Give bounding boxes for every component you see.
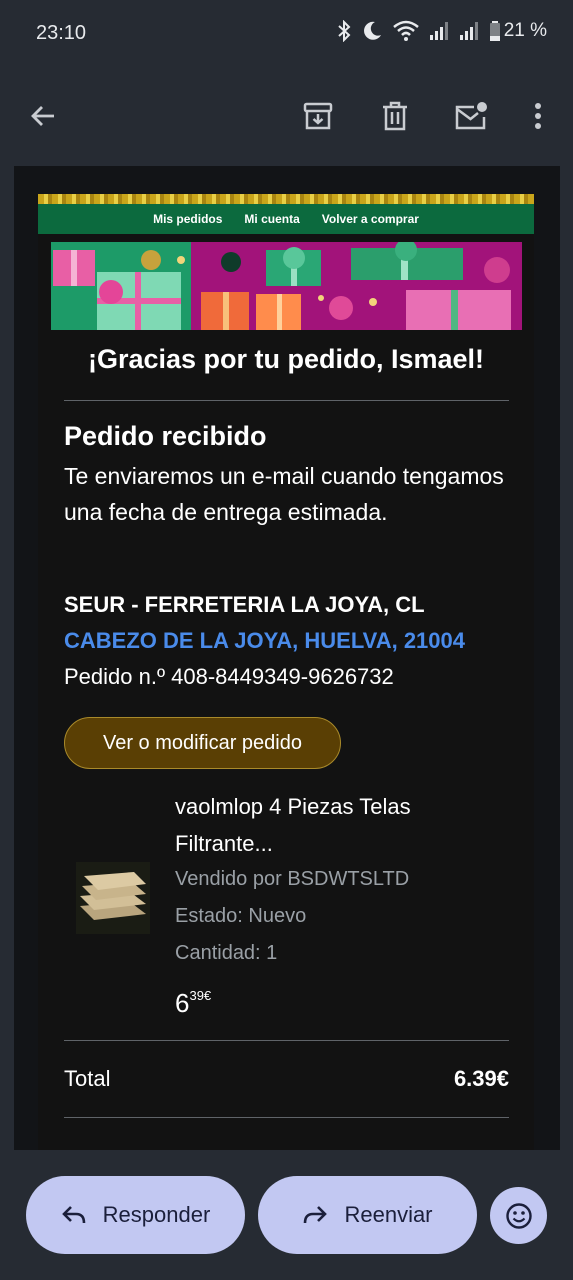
total-value: 6.39€ <box>453 1066 509 1091</box>
more-options-button[interactable] <box>516 94 560 138</box>
delete-button[interactable] <box>373 94 417 138</box>
bluetooth-icon <box>338 20 351 42</box>
email-frame: Mis pedidos Mi cuenta Volver a comprar ¡… <box>14 166 560 1150</box>
dnd-moon-icon <box>363 21 381 40</box>
delete-icon <box>383 101 407 131</box>
status-icons: 21 % <box>337 20 547 42</box>
address-line-2-link[interactable]: CABEZO DE LA JOYA, HUELVA, 21004 <box>64 628 465 654</box>
gifts-illustration <box>51 242 522 330</box>
gold-strip <box>38 194 534 204</box>
status-time: 23:10 <box>36 22 87 44</box>
app-toolbar <box>0 70 573 166</box>
order-received-title: Pedido recibido <box>64 421 267 451</box>
battery-text: 21 % <box>503 20 547 41</box>
bottom-action-bar: Responder Reenviar <box>0 1150 573 1280</box>
price-decimal: 39€ <box>189 988 212 1003</box>
reply-label: Responder <box>102 1202 211 1227</box>
view-or-modify-order-button[interactable]: Ver o modificar pedido <box>64 717 341 769</box>
divider <box>64 400 509 401</box>
signal-icon <box>459 22 478 40</box>
wifi-icon <box>392 20 419 41</box>
product-quantity: Cantidad: 1 <box>175 942 278 964</box>
nav-link-my-account[interactable]: Mi cuenta <box>244 212 299 226</box>
product-price: 639€ <box>175 988 211 1019</box>
archive-icon <box>303 102 333 130</box>
more-vert-icon <box>535 103 541 129</box>
product-condition: Estado: Nuevo <box>175 905 307 927</box>
price-integer: 6 <box>175 988 190 1018</box>
product-title-link[interactable]: vaolmlop 4 Piezas Telas Filtrante... <box>175 788 505 862</box>
order-received-text: Te enviaremos un e-mail cuando tengamos … <box>64 463 504 525</box>
product-seller: Vendido por BSDWTSLTD <box>175 868 410 890</box>
nav-link-my-orders[interactable]: Mis pedidos <box>153 212 222 226</box>
reply-icon <box>61 1206 85 1224</box>
back-button[interactable] <box>21 94 65 138</box>
archive-button[interactable] <box>296 94 340 138</box>
address-line-1: SEUR - FERRETERIA LA JOYA, CL <box>64 592 425 617</box>
status-bar: 23:10 21 % <box>0 0 573 70</box>
divider <box>64 1117 509 1118</box>
filter-cloth-product-icon <box>76 862 150 934</box>
email-content-area[interactable]: Mis pedidos Mi cuenta Volver a comprar ¡… <box>0 166 573 1150</box>
order-number: Pedido n.º 408-8449349-9626732 <box>64 664 394 689</box>
back-arrow-icon <box>31 106 54 126</box>
christmas-banner <box>51 242 522 330</box>
forward-label: Reenviar <box>344 1202 433 1227</box>
smiley-icon <box>505 1202 532 1229</box>
forward-button[interactable]: Reenviar <box>258 1176 477 1254</box>
total-label: Total <box>64 1066 111 1091</box>
mark-unread-icon <box>455 102 487 130</box>
divider <box>64 1040 509 1041</box>
emoji-reaction-button[interactable] <box>490 1187 547 1244</box>
nav-link-buy-again[interactable]: Volver a comprar <box>322 212 419 226</box>
mark-unread-button[interactable] <box>449 94 493 138</box>
product-image[interactable] <box>76 862 150 934</box>
reply-button[interactable]: Responder <box>26 1176 245 1254</box>
email-nav: Mis pedidos Mi cuenta Volver a comprar <box>38 204 534 234</box>
forward-icon <box>304 1206 328 1224</box>
battery-icon <box>489 21 500 41</box>
email-body: Mis pedidos Mi cuenta Volver a comprar ¡… <box>38 194 534 1150</box>
thanks-heading: ¡Gracias por tu pedido, Ismael! <box>87 344 485 374</box>
signal-icon <box>429 22 448 40</box>
